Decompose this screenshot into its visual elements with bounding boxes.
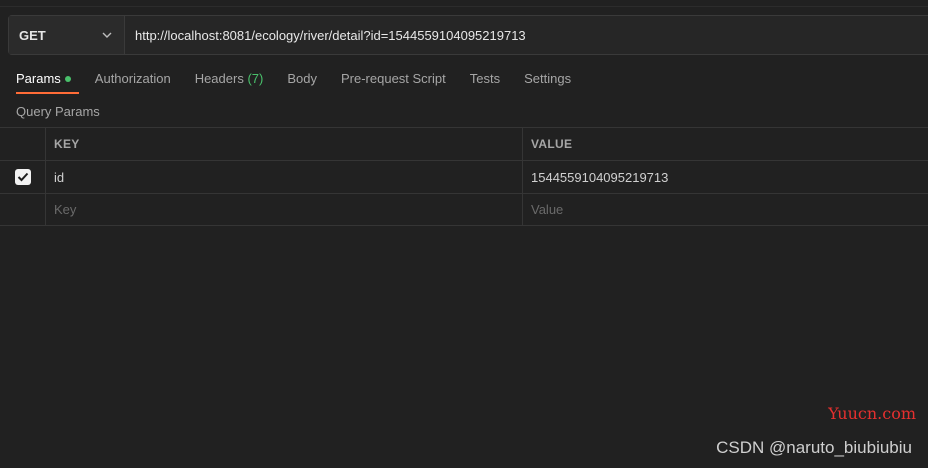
tab-headers[interactable]: Headers (7)	[195, 70, 264, 94]
top-divider	[0, 0, 928, 7]
param-value-field[interactable]: 1544559104095219713	[523, 161, 928, 193]
request-bar: GET http://localhost:8081/ecology/river/…	[8, 15, 928, 55]
column-header-value: VALUE	[531, 137, 573, 151]
author-watermark: CSDN @naruto_biubiubiu	[716, 438, 912, 457]
param-key-field[interactable]: id	[46, 161, 523, 193]
table-header-row: KEY VALUE	[0, 127, 928, 160]
tab-authorization[interactable]: Authorization	[95, 70, 171, 94]
tab-params[interactable]: Params	[16, 70, 79, 94]
new-row-check-cell	[0, 194, 46, 225]
row-check-cell	[0, 161, 46, 193]
tab-params-label: Params	[16, 71, 61, 86]
param-enabled-checkbox[interactable]	[14, 169, 31, 185]
headers-count-badge: (7)	[247, 71, 264, 86]
query-params-table: KEY VALUE id 1544559104095219713 Key Val…	[0, 127, 928, 226]
query-params-title: Query Params	[16, 104, 100, 119]
tab-prerequest-script[interactable]: Pre-request Script	[341, 70, 446, 94]
site-watermark: Yuucn.com	[828, 404, 916, 423]
method-select[interactable]: GET	[9, 16, 125, 54]
new-key-input[interactable]: Key	[46, 194, 523, 225]
chevron-down-icon	[100, 28, 114, 42]
header-check-cell	[0, 128, 46, 160]
column-header-key: KEY	[46, 128, 523, 160]
request-tabs: Params Authorization Headers (7) Body Pr…	[16, 70, 595, 94]
tab-tests[interactable]: Tests	[470, 70, 500, 94]
new-value-input[interactable]: Value	[523, 194, 928, 225]
tab-settings[interactable]: Settings	[524, 70, 571, 94]
method-label: GET	[19, 27, 46, 43]
url-input[interactable]: http://localhost:8081/ecology/river/deta…	[125, 16, 928, 54]
params-active-dot	[64, 75, 71, 82]
new-param-row: Key Value	[0, 193, 928, 226]
table-row: id 1544559104095219713	[0, 160, 928, 193]
checkmark-icon	[17, 172, 28, 182]
tab-headers-label: Headers	[194, 71, 244, 86]
tab-body[interactable]: Body	[287, 70, 317, 94]
